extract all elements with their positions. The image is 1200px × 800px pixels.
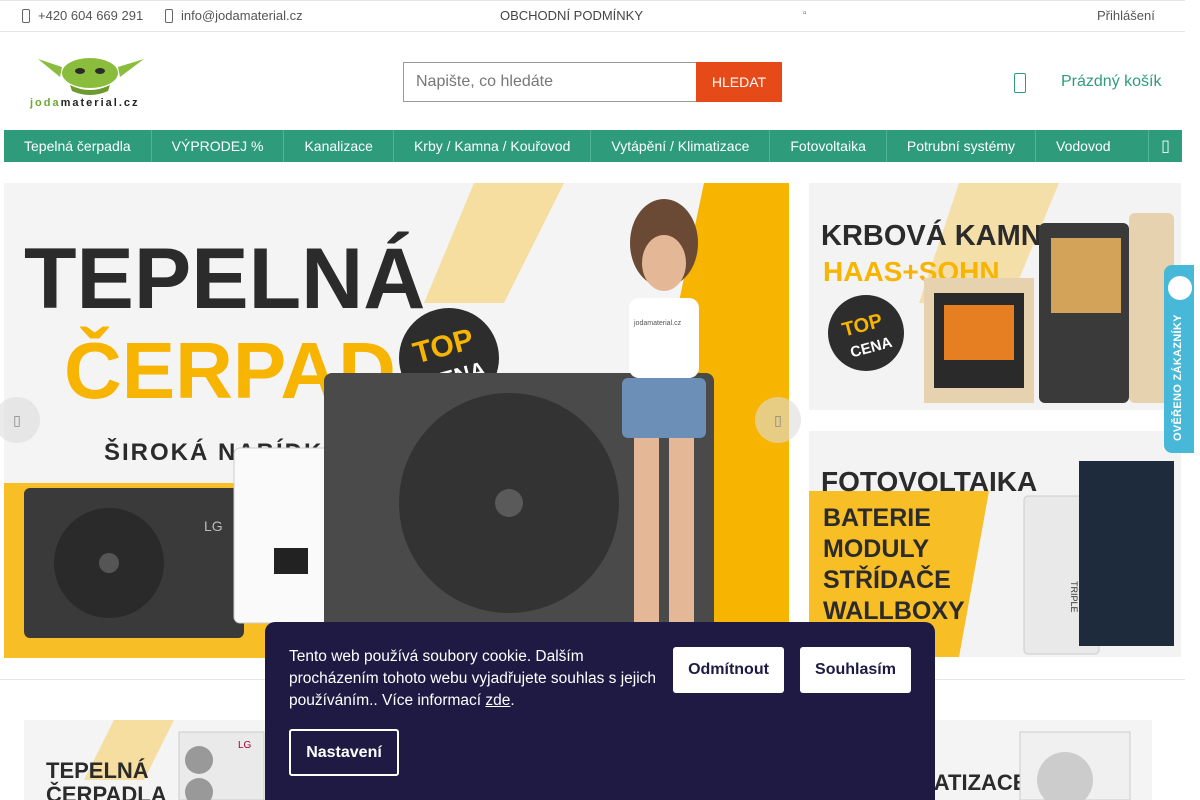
chevron-left-icon: ▯ <box>13 411 21 428</box>
nav-item-piping[interactable]: Potrubní systémy <box>887 130 1037 162</box>
cookie-settings-button[interactable]: Nastavení <box>289 729 399 776</box>
hero-banner[interactable]: TEPELNÁ ČERPADLA ŠIROKÁ NABÍDKA TOP CENA… <box>4 183 789 658</box>
svg-text:KRBOVÁ KAMNA: KRBOVÁ KAMNA <box>821 218 1063 252</box>
chevron-right-icon: ▯ <box>774 411 782 428</box>
svg-text:FOTOVOLTAIKA: FOTOVOLTAIKA <box>821 466 1037 497</box>
phone-contact[interactable]: +420 604 669 291 <box>22 8 143 23</box>
email-contact[interactable]: info@jodamaterial.cz <box>165 8 303 23</box>
svg-text:ČERPADLA: ČERPADLA <box>46 782 167 800</box>
cart-icon[interactable] <box>1014 73 1026 93</box>
verified-reviews-label: OVĚŘENO ZÁKAZNÍKY <box>1172 314 1184 441</box>
nav-more-icon[interactable]: ▯ <box>1148 130 1182 162</box>
hero-artwork: TEPELNÁ ČERPADLA ŠIROKÁ NABÍDKA TOP CENA… <box>4 183 789 658</box>
mail-icon <box>165 8 173 23</box>
nav-item-heating[interactable]: Vytápění / Klimatizace <box>591 130 771 162</box>
svg-text:TEPELNÁ: TEPELNÁ <box>24 231 425 327</box>
nav-item-heat-pumps[interactable]: Tepelná čerpadla <box>4 130 152 162</box>
svg-text:TRIPLE: TRIPLE <box>1069 581 1079 613</box>
svg-text:STŘÍDAČE: STŘÍDAČE <box>823 564 951 594</box>
login-link[interactable]: Přihlášení <box>1097 8 1155 23</box>
nav-item-sewerage[interactable]: Kanalizace <box>284 130 394 162</box>
svg-text:MODULY: MODULY <box>823 535 929 563</box>
search-button[interactable]: HLEDAT <box>696 62 782 102</box>
cart-label[interactable]: Prázdný košík <box>1061 73 1161 91</box>
slider-next-button[interactable]: ▯ <box>755 397 801 443</box>
phone-number: +420 604 669 291 <box>38 8 144 23</box>
cookie-consent: Tento web používá soubory cookie. Dalším… <box>265 622 935 800</box>
reject-cookies-button[interactable]: Odmítnout <box>673 647 784 693</box>
verified-badge-icon <box>1168 276 1192 300</box>
search-input[interactable]: Napište, co hledáte <box>403 62 697 102</box>
terms-link[interactable]: OBCHODNÍ PODMÍNKY <box>500 8 643 23</box>
verified-reviews-badge[interactable]: OVĚŘENO ZÁKAZNÍKY <box>1164 265 1194 453</box>
svg-text:TEPELNÁ: TEPELNÁ <box>46 758 149 783</box>
accept-cookies-button[interactable]: Souhlasím <box>800 647 911 693</box>
side-banner-stoves[interactable]: KRBOVÁ KAMNA HAAS+SOHN TOP CENA <box>809 183 1181 410</box>
nav-item-fireplaces[interactable]: Krby / Kamna / Kouřovod <box>394 130 592 162</box>
cookie-text: Tento web používá soubory cookie. Dalším… <box>289 648 657 709</box>
svg-text:LG: LG <box>238 740 252 751</box>
top-bar: +420 604 669 291 info@jodamaterial.cz OB… <box>0 0 1185 32</box>
cookie-more-info-link[interactable]: zde <box>485 692 510 709</box>
language-icon[interactable]: ▫ <box>803 8 807 19</box>
logo-text: jodamaterial.cz <box>30 97 140 109</box>
email-address: info@jodamaterial.cz <box>181 8 303 23</box>
svg-text:LG: LG <box>204 518 223 534</box>
svg-text:jodamaterial.cz: jodamaterial.cz <box>633 320 682 327</box>
nav-item-water[interactable]: Vodovod <box>1036 130 1131 162</box>
svg-text:WALLBOXY: WALLBOXY <box>823 597 965 625</box>
nav-item-sale[interactable]: VÝPRODEJ % <box>152 130 285 162</box>
nav-item-photovoltaics[interactable]: Fotovoltaika <box>770 130 887 162</box>
main-nav: Tepelná čerpadla VÝPRODEJ % Kanalizace K… <box>4 130 1182 162</box>
stoves-artwork: KRBOVÁ KAMNA HAAS+SOHN TOP CENA <box>809 183 1181 410</box>
phone-icon <box>22 8 30 23</box>
svg-text:BATERIE: BATERIE <box>823 504 931 532</box>
